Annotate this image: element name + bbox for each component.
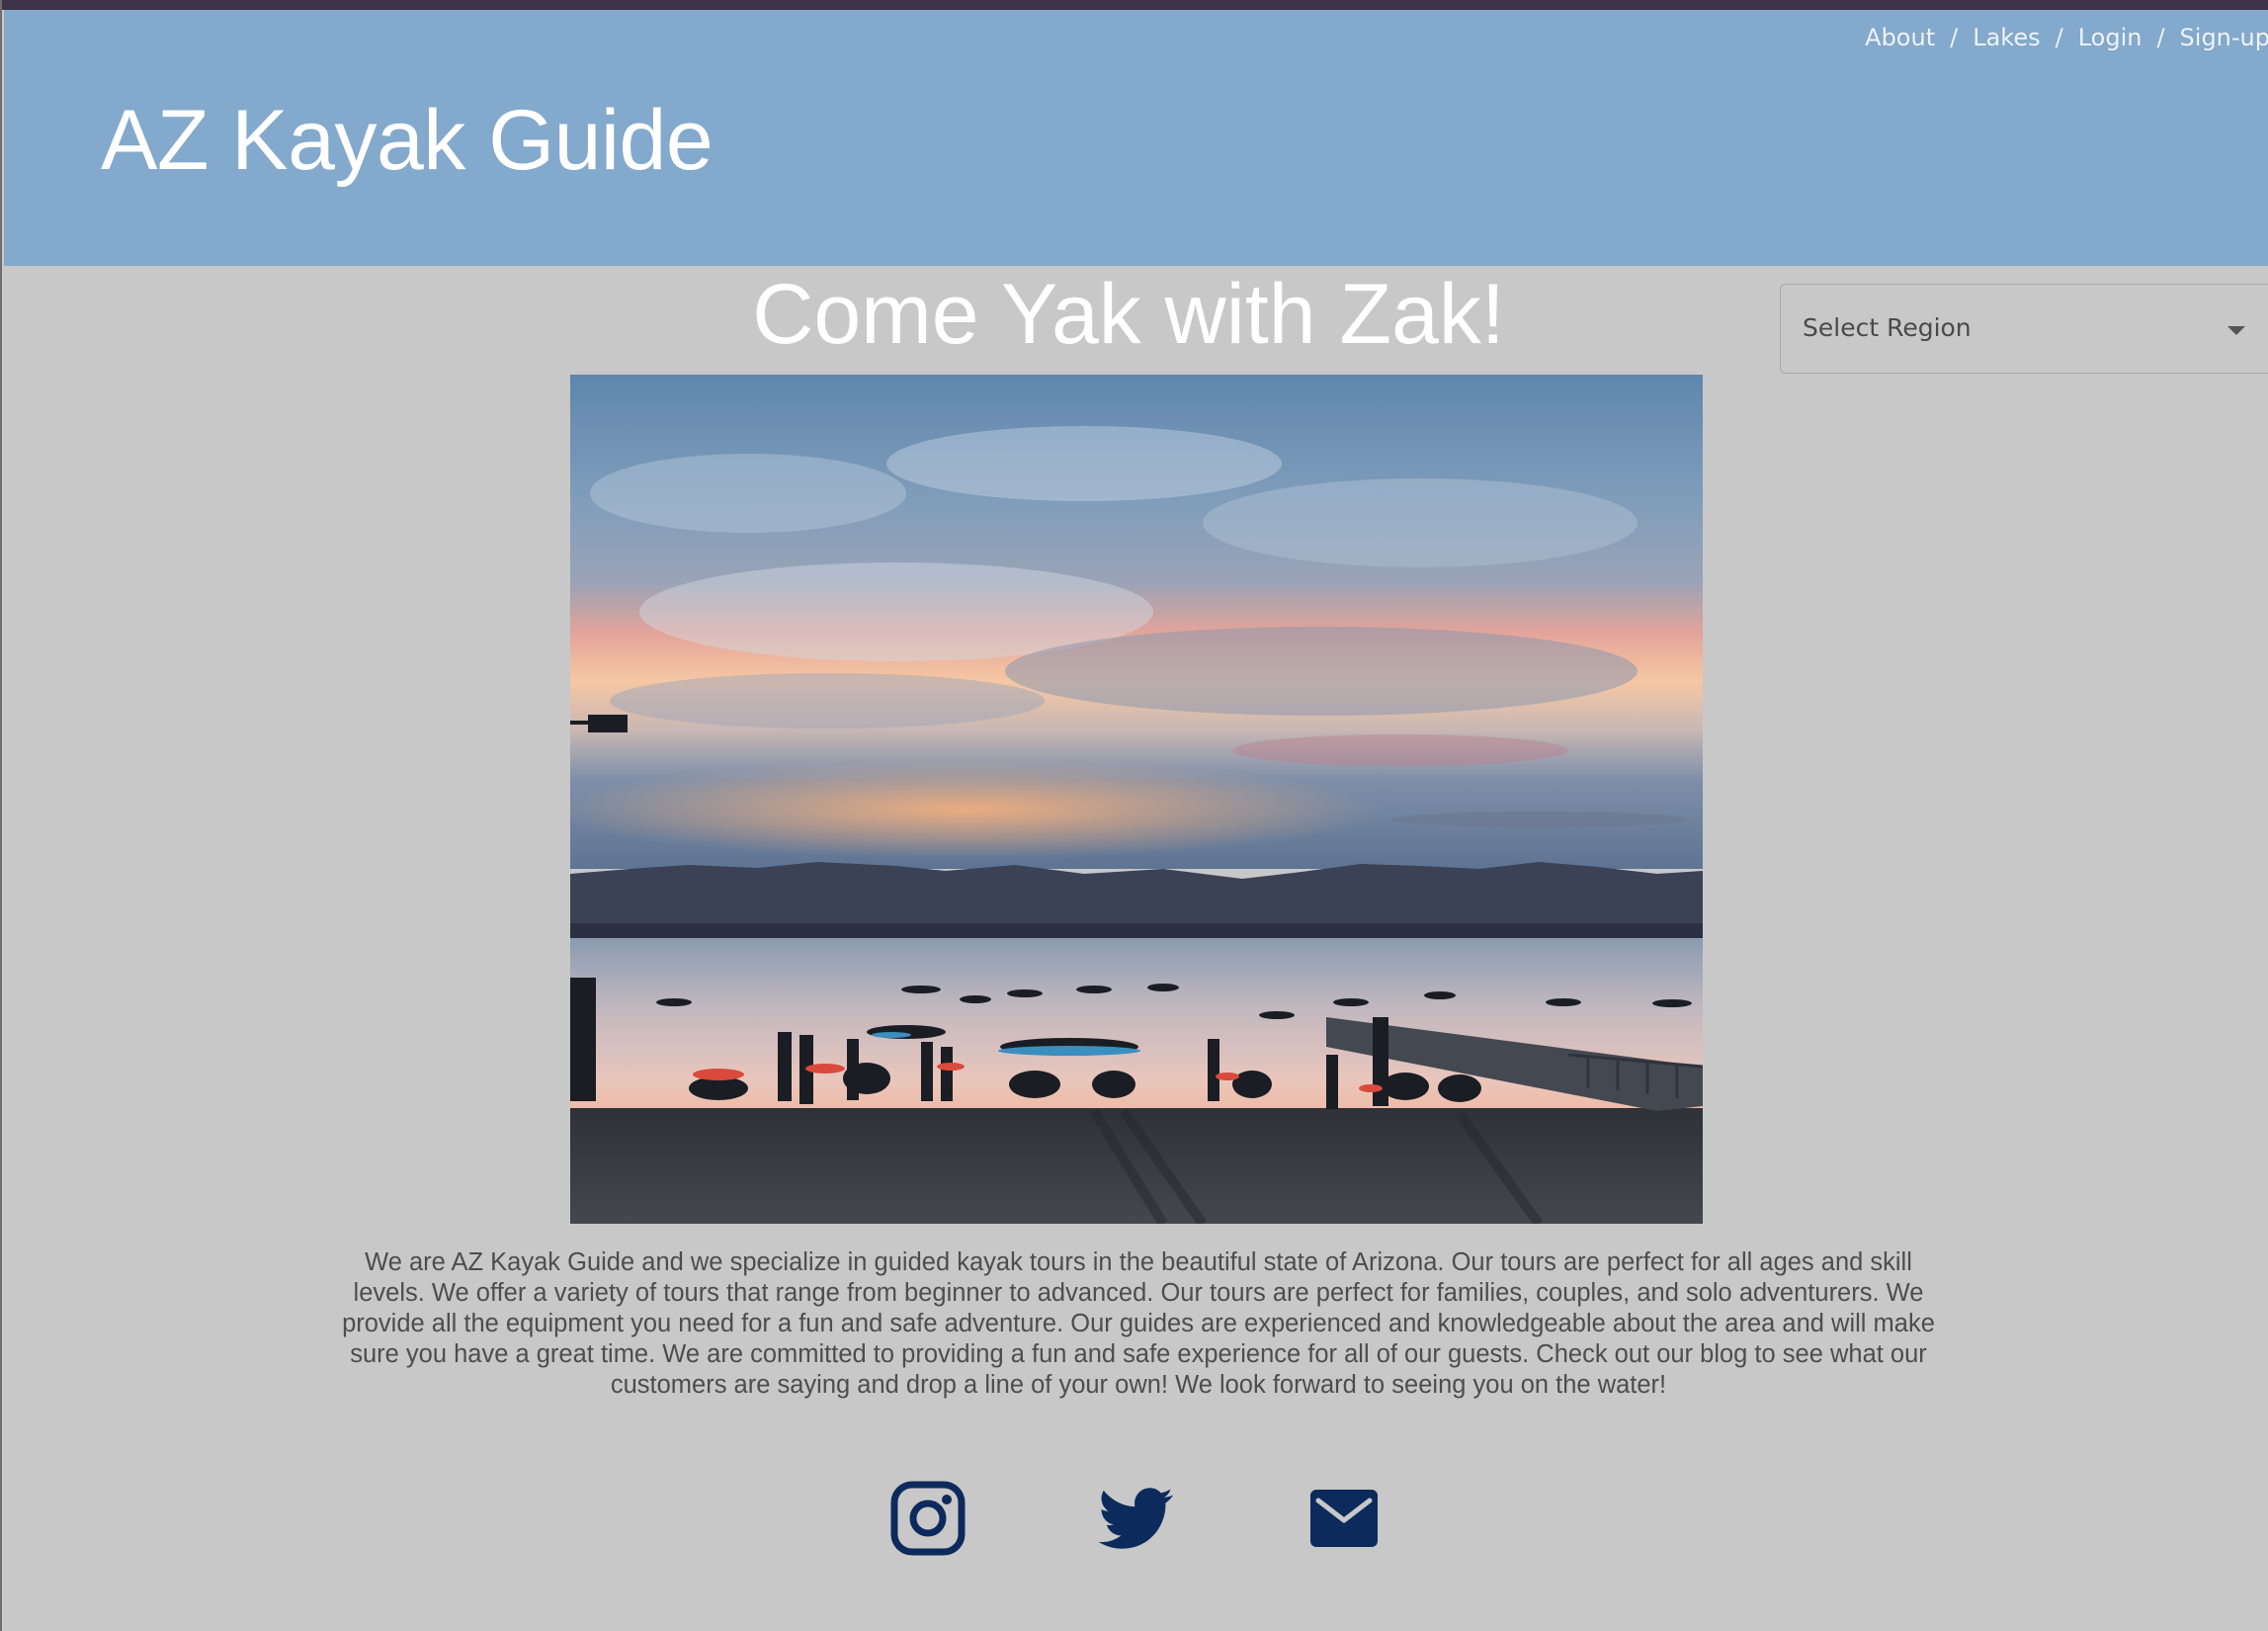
top-nav: About / Lakes / Login / Sign-up [1865, 24, 2268, 51]
hero-title: Come Yak with Zak! [752, 267, 1505, 362]
instagram-link[interactable] [890, 1481, 966, 1556]
nav-signup-link[interactable]: Sign-up [2180, 24, 2268, 51]
nav-about-link[interactable]: About [1865, 24, 1935, 51]
caret-down-icon [2227, 326, 2245, 335]
window-top-strip [2, 0, 2268, 10]
email-link[interactable] [1306, 1481, 1382, 1556]
twitter-link[interactable] [1099, 1481, 1174, 1556]
nav-separator: / [1950, 24, 1959, 51]
hero-lake-photo [570, 375, 1703, 1224]
region-select[interactable]: Select Region [1780, 284, 2268, 374]
nav-lakes-link[interactable]: Lakes [1973, 24, 2040, 51]
site-title[interactable]: AZ Kayak Guide [101, 91, 714, 190]
nav-separator: / [2156, 24, 2165, 51]
email-icon [1310, 1490, 1378, 1547]
nav-login-link[interactable]: Login [2078, 24, 2142, 51]
twitter-icon [1099, 1488, 1174, 1549]
region-select-label: Select Region [1803, 313, 1972, 342]
about-description: We are AZ Kayak Guide and we specialize … [342, 1248, 1935, 1399]
nav-separator: / [2055, 24, 2063, 51]
instagram-icon [890, 1481, 966, 1556]
page: About / Lakes / Login / Sign-up AZ Kayak Guide… [0, 0, 2268, 1631]
site-header: About / Lakes / Login / Sign-up AZ Kayak Guide [4, 10, 2268, 266]
